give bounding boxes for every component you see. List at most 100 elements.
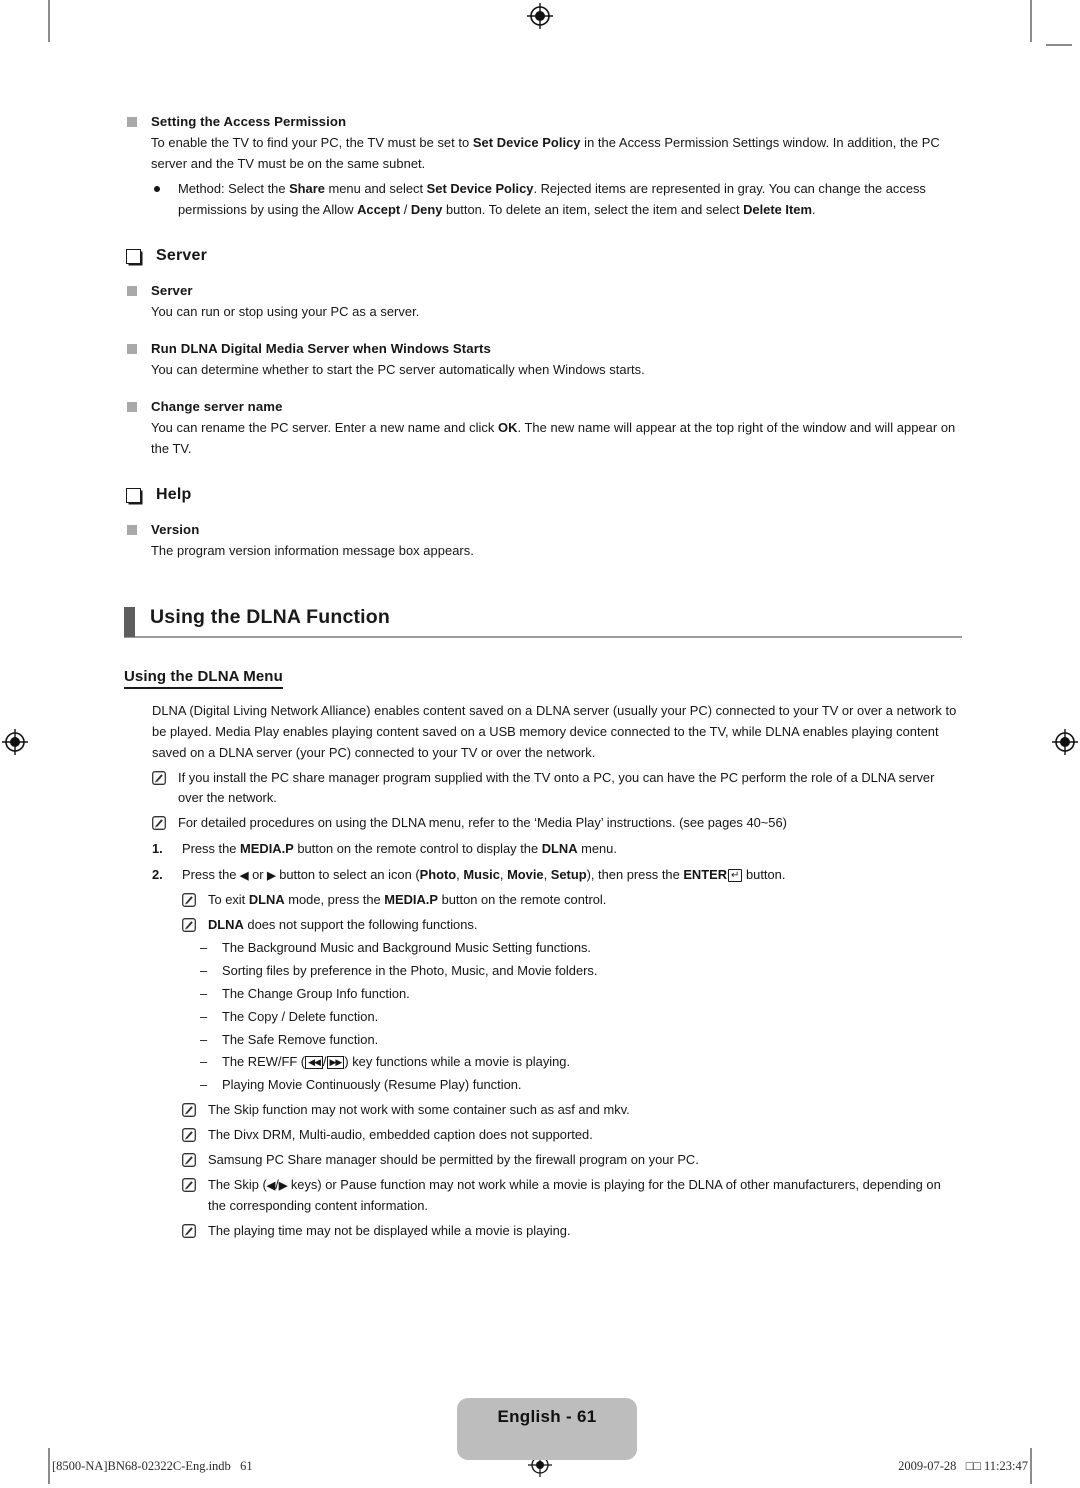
dash-item: – The Background Music and Background Mus… — [182, 938, 962, 959]
step-item-2: 2. Press the ◀ or ▶ button to select an i… — [152, 865, 962, 886]
dash-item: – Sorting files by preference in the Phot… — [182, 961, 962, 982]
note-text: The Skip function may not work with some… — [208, 1102, 630, 1118]
dash-bullet: – — [200, 1008, 208, 1024]
unsupported-function-list: – The Background Music and Background Mus… — [182, 938, 962, 1096]
dash-bullet: – — [200, 1054, 208, 1070]
paragraph-access-permission: To enable the TV to find your PC, the TV… — [151, 135, 940, 172]
bold-enter: ENTER — [683, 867, 728, 883]
note-pencil-icon — [182, 1128, 196, 1143]
note-pencil-icon — [182, 1178, 196, 1192]
left-arrow-icon: ◀ — [240, 870, 249, 883]
fast-forward-key-icon: ▶▶ — [326, 1056, 345, 1070]
bold-media-p: MEDIA.P — [240, 841, 294, 857]
note-item: For detailed procedures on using the DLN… — [152, 813, 962, 834]
dash-text: Playing Movie Continuously (Resume Play)… — [222, 1077, 522, 1093]
subheading-text: Server — [151, 282, 193, 298]
rewind-key-icon: ◀◀ — [305, 1056, 323, 1070]
subheading-text: Version — [151, 521, 200, 537]
note-item: The playing time may not be displayed wh… — [182, 1221, 962, 1242]
dash-item: – The Change Group Info function. — [182, 984, 962, 1005]
crop-mark-top-right-horizontal — [1046, 44, 1072, 46]
note-pencil-icon — [182, 893, 196, 908]
dash-bullet: – — [200, 1077, 208, 1093]
note-list-steps: To exit DLNA mode, press the MEDIA.P but… — [152, 890, 962, 1242]
bold-set-device-policy: Set Device Policy — [472, 135, 581, 151]
footer-file-info: [8500-NA]BN68-02322C-Eng.indb 61 — [52, 1459, 253, 1473]
outline-box-icon — [126, 248, 141, 264]
note-item: DLNA does not support the following func… — [182, 915, 962, 936]
subheading-text: Change server name — [151, 398, 283, 414]
crop-mark-bottom-left — [48, 1448, 50, 1484]
note-text: For detailed procedures on using the DLN… — [178, 815, 787, 831]
outline-box-icon — [126, 487, 141, 503]
subsection-run-dlna: Run DLNA Digital Media Server when Windo… — [124, 339, 962, 381]
dash-bullet: – — [200, 962, 208, 978]
chapter-accent-bar — [124, 606, 135, 637]
dash-text: The Safe Remove function. — [222, 1031, 379, 1047]
subsection-server: Server You can run or stop using your PC… — [124, 281, 962, 323]
chapter-title-text: Using the DLNA Function — [150, 605, 391, 628]
dash-text: The Change Group Info function. — [222, 985, 410, 1001]
square-bullet-icon — [127, 524, 137, 535]
note-item: If you install the PC share manager prog… — [152, 768, 962, 810]
page-content: Setting the Access Permission To enable … — [124, 112, 962, 1242]
note-text: If you install the PC share manager prog… — [178, 769, 935, 806]
square-bullet-icon — [127, 117, 137, 127]
crop-mark-top-right — [1030, 0, 1032, 42]
note-list-intro: If you install the PC share manager prog… — [124, 768, 962, 835]
footer-timestamp: 2009-07-28 □□ 11:23:47 — [898, 1459, 1028, 1473]
section-server: Server Server You can run or stop using … — [124, 247, 962, 460]
page-number-text: English - 61 — [497, 1407, 597, 1426]
subheading-text: Run DLNA Digital Media Server when Windo… — [151, 340, 491, 356]
round-bullet-icon — [154, 185, 160, 192]
manual-page: Setting the Access Permission To enable … — [0, 0, 1080, 1488]
heading-help-section: Help — [124, 486, 962, 504]
dash-text: The Background Music and Background Musi… — [222, 939, 592, 955]
registration-mark-left — [2, 729, 28, 755]
square-bullet-icon — [127, 401, 137, 412]
note-item: The Skip function may not work with some… — [182, 1100, 962, 1121]
note-text: Samsung PC Share manager should be permi… — [208, 1152, 699, 1168]
step-item-1: 1. Press the MEDIA.P button on the remote… — [152, 839, 962, 860]
note-item: The Divx DRM, Multi-audio, embedded capt… — [182, 1125, 962, 1146]
note-item: Samsung PC Share manager should be permi… — [182, 1150, 962, 1171]
square-bullet-icon — [127, 285, 137, 296]
subsection-change-server-name: Change server name You can rename the PC… — [124, 397, 962, 460]
step-list: 1. Press the MEDIA.P button on the remote… — [124, 839, 962, 1241]
heading-access-permission: Setting the Access Permission — [124, 112, 962, 131]
paragraph-server: You can run or stop using your PC as a s… — [151, 303, 420, 319]
step-number: 2. — [152, 867, 163, 883]
square-bullet-icon — [127, 343, 137, 354]
note-pencil-icon — [152, 816, 166, 831]
dash-item: – The Copy / Delete function. — [182, 1007, 962, 1028]
chapter-heading-dlna: Using the DLNA Function — [124, 606, 962, 638]
note-text: The playing time may not be displayed wh… — [208, 1222, 571, 1238]
bold-dlna: DLNA — [541, 841, 578, 857]
note-pencil-icon — [182, 918, 196, 932]
step-number: 1. — [152, 841, 163, 857]
registration-mark-right — [1052, 729, 1078, 755]
heading-text: Setting the Access Permission — [151, 114, 347, 129]
dash-bullet: – — [200, 985, 208, 1001]
heading-text: Help — [156, 485, 192, 503]
registration-mark-top — [527, 3, 553, 29]
paragraph-version: The program version information message … — [151, 542, 474, 558]
section-using-dlna-menu: Using the DLNA Menu DLNA (Digital Living… — [124, 638, 962, 1242]
left-arrow-icon: ◀ — [266, 1179, 276, 1192]
paragraph-run-dlna: You can determine whether to start the P… — [151, 361, 645, 377]
dash-text: The Copy / Delete function. — [222, 1008, 379, 1024]
dash-item-rewff: – The REW/FF (◀◀ / ▶▶) key functions while … — [182, 1052, 962, 1073]
note-pencil-icon — [182, 1223, 196, 1238]
note-pencil-icon — [182, 1153, 196, 1168]
dash-item: – The Safe Remove function. — [182, 1030, 962, 1051]
note-pencil-icon — [182, 1103, 196, 1118]
enter-key-icon: ↵ — [728, 869, 743, 883]
heading-text: Server — [156, 246, 208, 264]
note-item-skip: The Skip (◀/▶ keys) or Pause function ma… — [182, 1175, 962, 1217]
dash-bullet: – — [200, 1031, 208, 1047]
heading-server-section: Server — [124, 247, 962, 265]
section-access-permission: Setting the Access Permission To enable … — [124, 112, 962, 221]
right-arrow-icon: ▶ — [267, 870, 276, 883]
paragraph-dlna-intro: DLNA (Digital Living Network Alliance) e… — [152, 702, 957, 760]
subsection-version: Version The program version information … — [124, 520, 962, 562]
